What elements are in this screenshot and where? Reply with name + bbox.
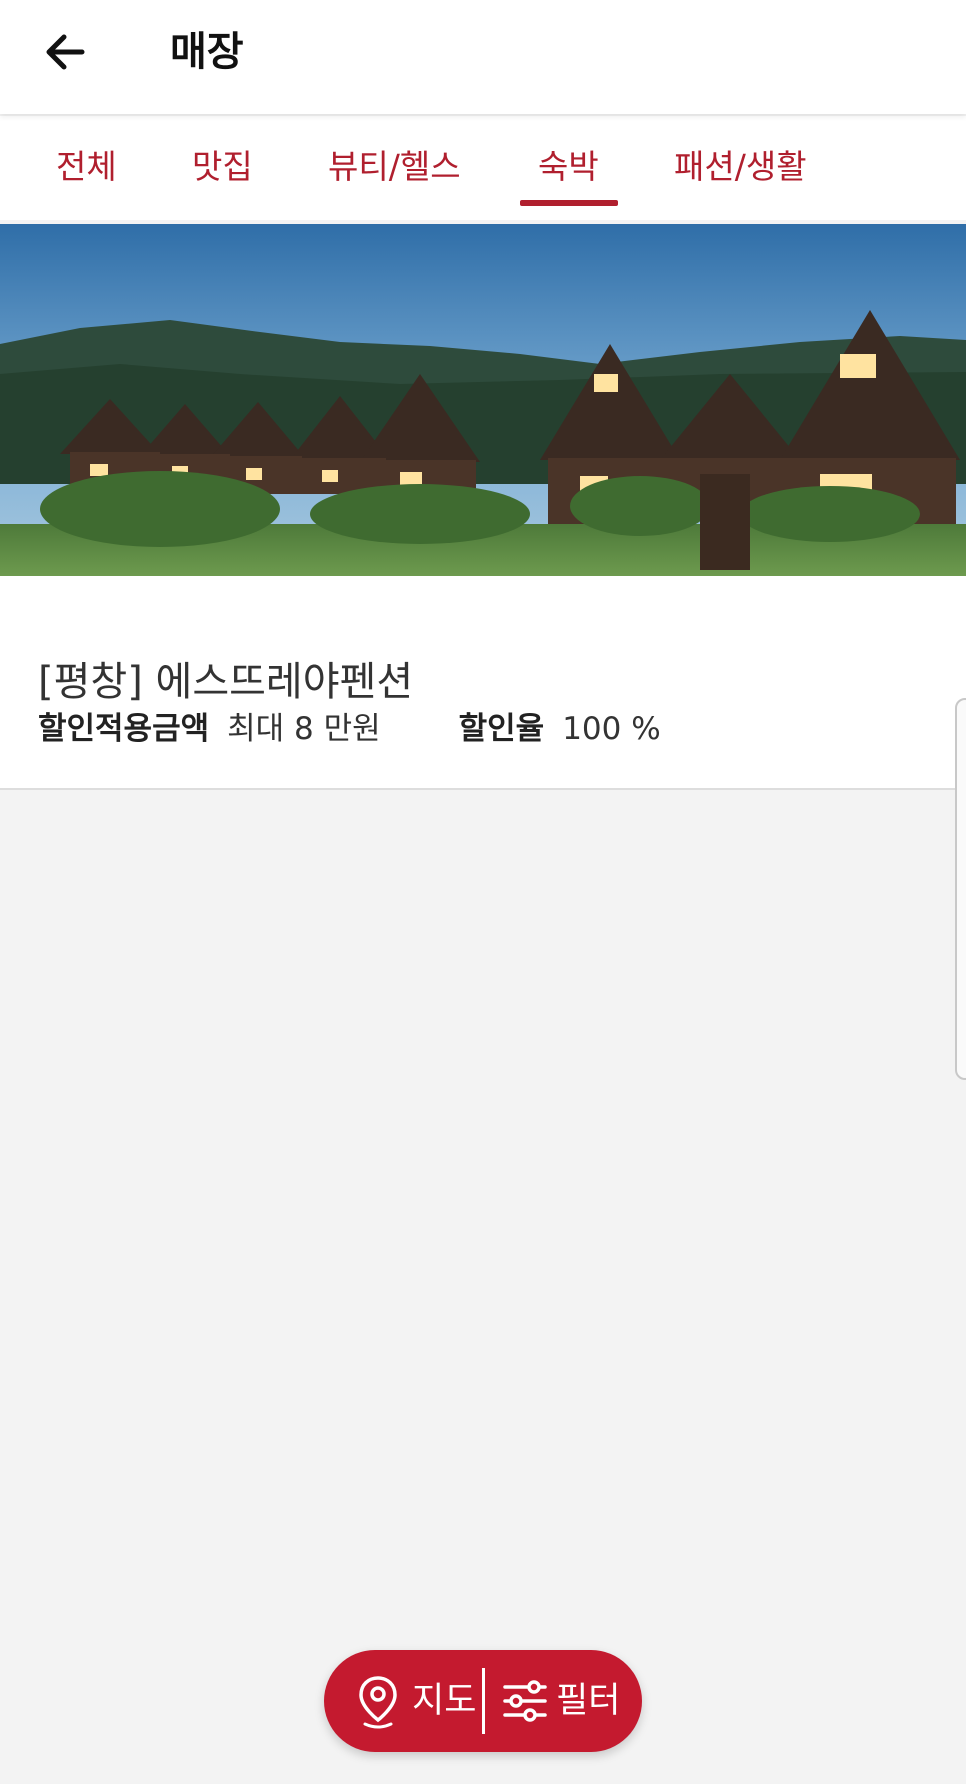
active-tab-indicator — [520, 200, 618, 206]
map-button[interactable]: 지도 — [324, 1650, 482, 1752]
edge-panel-handle[interactable] — [955, 698, 966, 1080]
arrow-left-icon — [46, 34, 85, 70]
filter-label: 필터 — [556, 1681, 621, 1721]
bottom-action-pill: 지도 필터 — [324, 1650, 642, 1752]
discount-info: 할인적용금액 최대 8 만원 할인율 100 % — [38, 704, 661, 754]
store-name: [평창] 에스뜨레야펜션 — [38, 659, 414, 706]
discount-amount-label: 할인적용금액 — [38, 711, 210, 747]
store-photo — [0, 224, 966, 576]
discount-rate-label: 할인율 — [458, 711, 545, 747]
discount-amount-value: 최대 8 만원 — [227, 711, 381, 747]
tab-all[interactable]: 전체 — [56, 142, 117, 192]
filter-sliders-icon — [503, 1680, 547, 1722]
back-button[interactable] — [36, 22, 96, 82]
tab-fashion-living[interactable]: 패션/생활 — [674, 142, 807, 192]
filter-button[interactable]: 필터 — [486, 1650, 642, 1752]
category-tabs: 전체 맛집 뷰티/헬스 숙박 패션/생활 — [0, 116, 966, 220]
pill-divider — [482, 1668, 485, 1734]
store-card[interactable]: [평창] 에스뜨레야펜션 할인적용금액 최대 8 만원 할인율 100 % — [0, 224, 966, 790]
discount-rate-value: 100 % — [562, 711, 661, 747]
tab-lodging[interactable]: 숙박 — [538, 142, 599, 192]
top-app-bar: 매장 — [0, 0, 966, 114]
tab-restaurants[interactable]: 맛집 — [192, 142, 253, 192]
map-label: 지도 — [412, 1681, 477, 1721]
page-title: 매장 — [170, 29, 244, 75]
tab-beauty-health[interactable]: 뷰티/헬스 — [328, 142, 461, 192]
map-pin-icon — [359, 1676, 397, 1729]
